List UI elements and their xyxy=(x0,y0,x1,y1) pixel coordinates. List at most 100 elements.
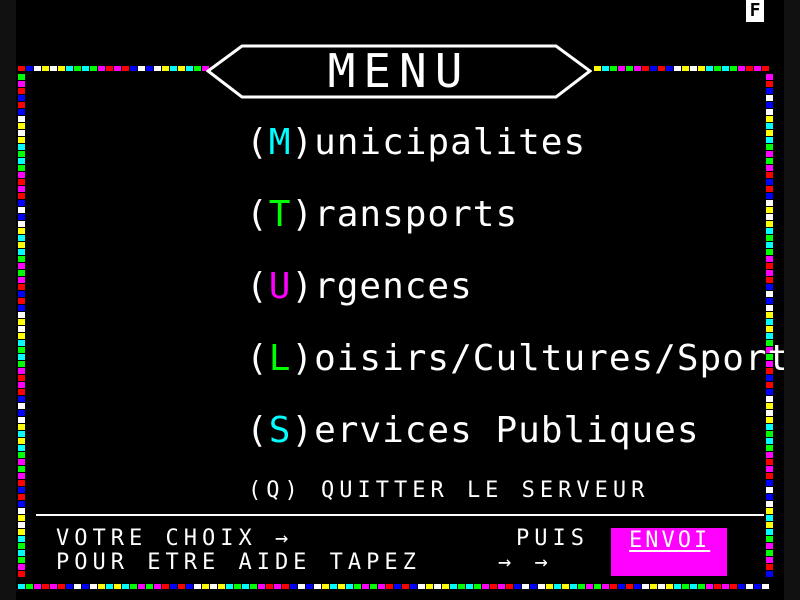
border-tile xyxy=(18,102,25,108)
border-tile xyxy=(18,165,25,171)
border-tile xyxy=(114,66,121,71)
border-tile xyxy=(18,151,25,157)
border-tile xyxy=(18,382,25,388)
border-tile xyxy=(18,193,25,199)
left-margin xyxy=(0,0,16,600)
border-tile xyxy=(178,66,185,71)
right-margin xyxy=(784,0,800,600)
border-tile xyxy=(266,584,273,589)
border-tile xyxy=(766,431,773,437)
border-tile xyxy=(766,102,773,108)
border-tile xyxy=(766,515,773,521)
border-tile xyxy=(18,361,25,367)
menu-key: L xyxy=(268,338,292,379)
border-tile xyxy=(18,277,25,283)
menu-title: MENU xyxy=(327,44,471,98)
border-tile xyxy=(766,88,773,94)
border-tile xyxy=(766,536,773,542)
border-tile xyxy=(338,584,345,589)
border-tile xyxy=(370,584,377,589)
border-tile xyxy=(18,137,25,143)
border-tile xyxy=(738,66,745,71)
border-tile xyxy=(498,584,505,589)
border-tile xyxy=(754,66,761,71)
border-tile xyxy=(18,368,25,374)
border-tile xyxy=(578,584,585,589)
border-tile xyxy=(26,584,33,589)
send-button[interactable]: ENVOI xyxy=(611,528,727,576)
border-tile xyxy=(546,584,553,589)
border-tile xyxy=(194,66,201,71)
border-tile xyxy=(766,557,773,563)
border-tile xyxy=(18,186,25,192)
border-tile xyxy=(746,66,753,71)
border-tile xyxy=(766,396,773,402)
border-tile xyxy=(442,584,449,589)
border-tile xyxy=(146,66,153,71)
border-tile xyxy=(18,200,25,206)
border-tile xyxy=(18,305,25,311)
border-tile xyxy=(766,319,773,325)
border-tile xyxy=(186,66,193,71)
border-tile xyxy=(738,584,745,589)
border-tile xyxy=(766,256,773,262)
paren-open: ( xyxy=(246,338,269,379)
border-tile xyxy=(538,584,545,589)
border-tile xyxy=(522,584,529,589)
border-tile xyxy=(18,242,25,248)
border-tile xyxy=(138,66,145,71)
border-tile xyxy=(426,584,433,589)
border-tile xyxy=(74,66,81,71)
border-tile xyxy=(18,66,25,71)
border-tile xyxy=(666,584,673,589)
border-tile xyxy=(766,172,773,178)
border-tile xyxy=(762,584,769,589)
border-tile xyxy=(18,403,25,409)
border-tile xyxy=(18,270,25,276)
border-tile xyxy=(18,235,25,241)
border-tile xyxy=(18,515,25,521)
border-tile xyxy=(618,584,625,589)
border-tile xyxy=(766,130,773,136)
border-tile xyxy=(18,172,25,178)
border-tile xyxy=(258,584,265,589)
border-tile xyxy=(642,584,649,589)
border-tile xyxy=(90,584,97,589)
border-tile xyxy=(18,501,25,507)
border-tile xyxy=(226,584,233,589)
menu-item-loisirs[interactable]: (L)oisirs/Cultures/Sports xyxy=(246,338,784,379)
border-tile xyxy=(514,584,521,589)
border-tile xyxy=(306,584,313,589)
menu-item-municipalites[interactable]: (M)unicipalites xyxy=(246,122,586,163)
border-tile xyxy=(682,66,689,71)
menu-item-services[interactable]: (S)ervices Publiques xyxy=(246,410,700,451)
menu-item-quit[interactable]: (Q) QUITTER LE SERVEUR xyxy=(248,478,649,503)
border-tile xyxy=(766,228,773,234)
border-tile xyxy=(626,66,633,71)
border-tile xyxy=(18,529,25,535)
border-tile xyxy=(50,66,57,71)
menu-item-label: rgences xyxy=(314,266,473,307)
border-tile xyxy=(18,228,25,234)
menu-item-urgences[interactable]: (U)rgences xyxy=(246,266,473,307)
border-tile xyxy=(594,66,601,71)
border-tile xyxy=(18,536,25,542)
then-label: PUIS xyxy=(516,526,589,551)
border-tile xyxy=(98,584,105,589)
paren-open: ( xyxy=(246,266,269,307)
border-tile xyxy=(146,584,153,589)
border-tile xyxy=(766,410,773,416)
border-tile xyxy=(766,165,773,171)
border-tile xyxy=(766,270,773,276)
border-tile xyxy=(766,158,773,164)
border-tile xyxy=(18,431,25,437)
border-tile xyxy=(418,584,425,589)
menu-item-transports[interactable]: (T)ransports xyxy=(246,194,518,235)
border-tile xyxy=(18,291,25,297)
border-tile xyxy=(50,584,57,589)
border-tile xyxy=(18,550,25,556)
border-tile xyxy=(58,584,65,589)
border-tile xyxy=(18,389,25,395)
border-tile xyxy=(450,584,457,589)
border-tile xyxy=(766,144,773,150)
